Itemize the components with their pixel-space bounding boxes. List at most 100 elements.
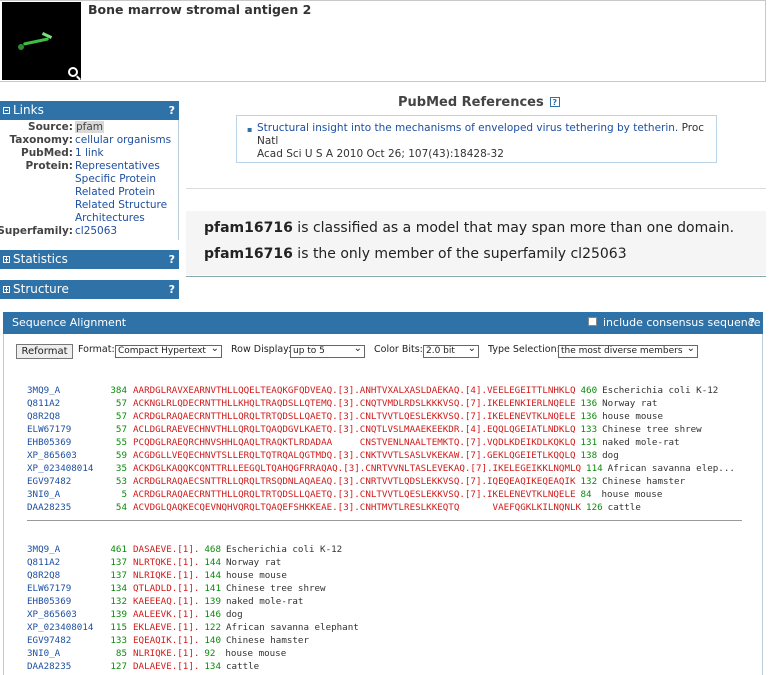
end-position: 132 xyxy=(580,476,598,487)
divider xyxy=(27,520,742,521)
start-position: 133 xyxy=(110,635,127,646)
aligned-sequence: NLRIQKE.[1]. xyxy=(133,648,200,659)
zoom-icon[interactable] xyxy=(68,67,78,77)
organism-name: African savanna elephant xyxy=(226,622,359,633)
aligned-sequence: QTLADLD.[1]. xyxy=(133,583,200,594)
accession-link[interactable]: Q8R2Q8 xyxy=(27,410,60,423)
sequence-alignment-header: Sequence Alignment include consensus seq… xyxy=(3,312,763,334)
help-icon[interactable]: ? xyxy=(169,101,175,120)
alignment-heading: Sequence Alignment xyxy=(12,316,127,329)
links-heading: Links xyxy=(13,103,44,117)
links-row: Protein: Representatives Specific Protein R… xyxy=(0,160,179,224)
start-position: 57 xyxy=(115,411,127,422)
accession-link[interactable]: XP_865603 xyxy=(27,608,77,621)
accession-link[interactable]: ELW67179 xyxy=(27,582,71,595)
links-value-link[interactable]: Related Structure xyxy=(75,199,167,212)
end-position: 460 xyxy=(580,385,598,396)
accession-link[interactable]: EHB05369 xyxy=(27,436,71,449)
consensus-checkbox[interactable] xyxy=(588,317,597,326)
organism-name: Chinese tree shrew xyxy=(602,424,702,435)
citation-link[interactable]: Structural insight into the mechanisms o… xyxy=(257,122,678,134)
source-value[interactable]: pfam xyxy=(75,121,105,133)
divider xyxy=(186,276,766,277)
organism-name: Chinese hamster xyxy=(226,635,309,646)
start-position: 134 xyxy=(110,583,127,594)
start-position: 57 xyxy=(115,424,127,435)
organism-name: Norway rat xyxy=(226,557,282,568)
accession-link[interactable]: EHB05369 xyxy=(27,595,71,608)
accession-link[interactable]: 3MQ9_A xyxy=(27,543,60,556)
organism-name: naked mole-rat xyxy=(602,437,680,448)
links-value-link[interactable]: Representatives xyxy=(75,160,160,173)
end-position: 84 xyxy=(580,489,592,500)
end-position: 468 xyxy=(204,544,221,555)
links-value-link[interactable]: cl25063 xyxy=(75,225,117,238)
links-panel-header[interactable]: Links ? xyxy=(0,101,179,120)
start-position: 139 xyxy=(110,609,127,620)
format-select[interactable]: Compact Hypertext xyxy=(115,343,222,358)
aligned-sequence: DASAEVE.[1]. xyxy=(133,544,200,555)
statistics-heading: Statistics xyxy=(13,252,68,266)
accession-link[interactable]: 3MQ9_A xyxy=(27,384,60,397)
collapse-icon[interactable] xyxy=(3,107,10,114)
page-title: Bone marrow stromal antigen 2 xyxy=(88,2,312,17)
end-position: 146 xyxy=(204,609,221,620)
help-icon[interactable]: ? xyxy=(169,280,175,299)
consensus-label: include consensus sequence xyxy=(603,316,761,329)
accession-link[interactable]: XP_023408014 xyxy=(27,621,93,634)
accession-link[interactable]: DAA28235 xyxy=(27,660,71,673)
aligned-sequence: ACKNGLRLQDECRNTTHLLKHQLTRAQDSLLQTEMQ.[3]… xyxy=(133,398,576,409)
structure-panel-header[interactable]: Structure ? xyxy=(0,280,179,299)
links-panel: Source: pfam Taxonomy: cellular organisms Pu… xyxy=(0,120,179,240)
end-position: 144 xyxy=(204,557,221,568)
links-key: PubMed: xyxy=(21,147,73,159)
aligned-sequence: AARDGLRAVXEARNVTHLLQQELTEAQKGFQDVEAQ.[3]… xyxy=(133,385,576,396)
divider xyxy=(186,188,766,189)
color-bits-select[interactable]: 2.0 bit xyxy=(423,343,479,358)
links-value-link[interactable]: Related Protein xyxy=(75,186,155,199)
start-position: 137 xyxy=(110,557,127,568)
aligned-sequence: DALAEVE.[1]. xyxy=(133,661,200,672)
end-position: 140 xyxy=(204,635,221,646)
statistics-panel-header[interactable]: Statistics ? xyxy=(0,250,179,269)
aligned-sequence: PCQDGLRAEQRCHNVSHHLQAQLTRAQKTLRDADAA CNS… xyxy=(133,437,576,448)
accession-link[interactable]: XP_023408014 xyxy=(27,462,93,475)
accession-link[interactable]: 3NI0_A xyxy=(27,647,60,660)
structure-thumbnail[interactable] xyxy=(2,2,81,80)
links-value-link[interactable]: cellular organisms xyxy=(75,134,171,147)
classification-box: pfam16716 is classified as a model that … xyxy=(186,211,766,275)
links-value-link[interactable]: 1 link xyxy=(75,147,104,160)
aligned-sequence: NLRIQKE.[1]. xyxy=(133,570,200,581)
aligned-sequence: AALEEVK.[1]. xyxy=(133,609,200,620)
type-selection-select[interactable]: the most diverse members xyxy=(558,343,698,358)
expand-icon[interactable] xyxy=(3,286,10,293)
links-key: Protein: xyxy=(25,160,73,172)
help-icon[interactable]: ? xyxy=(749,312,755,334)
accession-link[interactable]: EGV97482 xyxy=(27,634,71,647)
accession-link[interactable]: Q811A2 xyxy=(27,397,60,410)
structure-heading: Structure xyxy=(13,282,69,296)
end-position: 144 xyxy=(204,570,221,581)
accession-link[interactable]: 3NI0_A xyxy=(27,488,60,501)
row-display-select[interactable]: up to 5 xyxy=(290,343,365,358)
accession-link[interactable]: Q811A2 xyxy=(27,556,60,569)
aligned-sequence: KAEEEAQ.[1]. xyxy=(133,596,200,607)
expand-icon[interactable] xyxy=(3,256,10,263)
aligned-sequence: ACRDGLRAQAECRNTTHLLQRQLTRTQDSLLQAETQ.[3]… xyxy=(133,489,576,500)
links-value-link[interactable]: Architectures xyxy=(75,212,145,225)
links-value-link[interactable]: Specific Protein xyxy=(75,173,156,186)
accession-link[interactable]: ELW67179 xyxy=(27,423,71,436)
start-position: 57 xyxy=(115,398,127,409)
accession-link[interactable]: EGV97482 xyxy=(27,475,71,488)
accession-link[interactable]: XP_865603 xyxy=(27,449,77,462)
accession-link[interactable]: DAA28235 xyxy=(27,501,71,514)
help-icon[interactable]: ? xyxy=(169,250,175,269)
links-value-link[interactable]: pfam xyxy=(75,121,105,134)
model-id: pfam16716 xyxy=(204,246,293,262)
reformat-button[interactable]: Reformat xyxy=(16,344,73,359)
aligned-sequence: NLRTQKE.[1]. xyxy=(133,557,200,568)
help-icon[interactable]: ? xyxy=(549,97,560,107)
aligned-sequence: ACVDGLQAQKECQEVNQHVQRQLTQAQEFSHKKEAE.[3]… xyxy=(133,502,582,513)
accession-link[interactable]: Q8R2Q8 xyxy=(27,569,60,582)
organism-name: house mouse xyxy=(601,489,663,500)
